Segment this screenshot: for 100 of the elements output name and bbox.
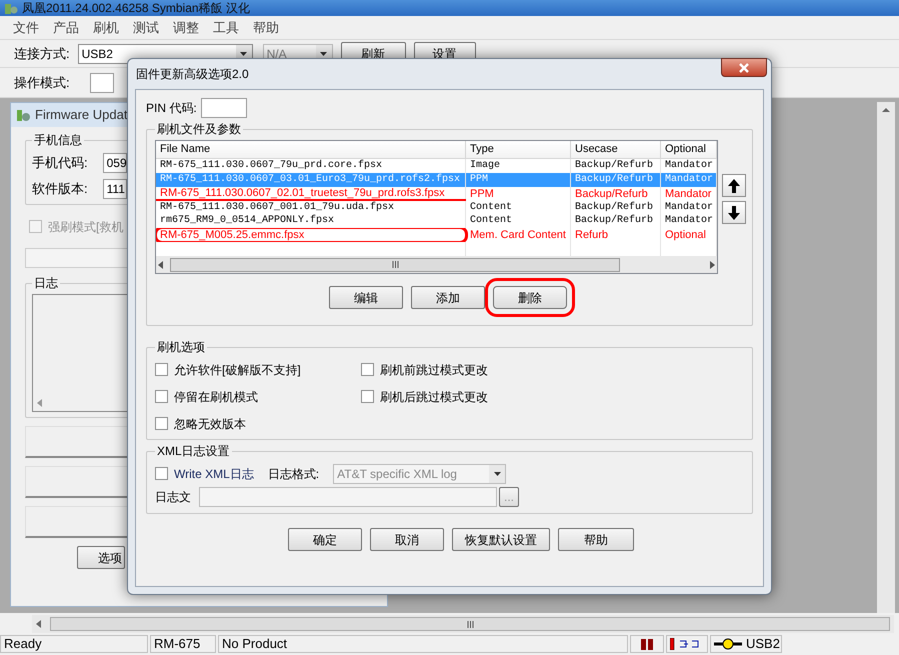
checkbox-label: Write XML日志: [174, 466, 254, 482]
group-title: 刷机选项: [156, 340, 206, 354]
pin-field[interactable]: [200, 98, 247, 118]
phone-code-label: 手机代码:: [32, 154, 88, 172]
cable-icon: [714, 638, 742, 650]
checkbox[interactable]: [155, 417, 168, 430]
move-up-button[interactable]: [722, 174, 746, 197]
checkbox-label: 刷机前跳过模式更改: [380, 362, 488, 378]
column-header[interactable]: Usecase: [571, 141, 661, 158]
log-file-label: 日志文: [155, 489, 191, 506]
table-cell: RM-675_111.030.0607_02.01_truetest_79u_prd.rofs3.fpsx: [156, 186, 466, 199]
table-cell: Backup/Refurb: [571, 214, 661, 228]
connection-label: 连接方式:: [14, 44, 70, 63]
table-cell: Mandator: [661, 214, 717, 228]
operation-mode-label: 操作模式:: [14, 74, 70, 92]
checkbox-label: 忽略无效版本: [174, 416, 246, 432]
table-cell: Mandator: [661, 186, 717, 201]
dialog-title: 固件更新高级选项2.0: [135, 66, 249, 83]
checkbox[interactable]: [155, 363, 168, 376]
menu-item[interactable]: 文件: [6, 18, 46, 38]
group-title: 手机信息: [33, 133, 83, 147]
column-header[interactable]: File Name: [156, 141, 466, 158]
checkbox[interactable]: [361, 390, 374, 403]
table-cell: RM-675_M005.25.emmc.fpsx: [156, 228, 466, 242]
column-header[interactable]: Optional: [661, 141, 717, 158]
checkbox[interactable]: [361, 363, 374, 376]
checkbox-label: 强刷模式[救机: [48, 218, 124, 236]
file-row[interactable]: RM-675_M005.25.emmc.fpsx Mem. Card Content Refurb Optional: [156, 228, 717, 242]
scroll-right-icon: [707, 260, 717, 270]
grip-icon: [392, 261, 398, 268]
dropdown-arrow-icon: [494, 472, 501, 476]
move-down-button[interactable]: [722, 201, 746, 224]
checkbox-label: 停留在刷机模式: [174, 388, 258, 406]
restore-defaults-button[interactable]: 恢复默认设置: [452, 528, 550, 551]
table-cell: Backup/Refurb: [571, 200, 661, 214]
table-cell: Optional: [661, 228, 717, 242]
table-cell: RM-675_111.030.0607_001.01_79u.uda.fpsx: [156, 200, 466, 214]
group-title: XML日志设置: [156, 444, 231, 458]
close-icon: [738, 62, 750, 72]
status-text: Ready: [0, 635, 148, 653]
table-cell: PPM: [466, 172, 571, 187]
table-cell: Content: [466, 214, 571, 228]
column-header[interactable]: Type: [466, 141, 571, 158]
app-icon: [4, 2, 18, 14]
menu-item[interactable]: 产品: [46, 18, 86, 38]
tool-icon: [15, 107, 31, 123]
table-cell: Mem. Card Content: [466, 228, 571, 242]
log-format-label: 日志格式:: [268, 466, 320, 482]
horizontal-scrollbar[interactable]: [32, 615, 894, 633]
menu-item[interactable]: 工具: [206, 18, 246, 38]
pause-icon: [641, 638, 653, 650]
checkbox[interactable]: [155, 467, 168, 480]
product-text: No Product: [218, 635, 628, 653]
up-arrow-icon: [728, 178, 740, 192]
ok-button[interactable]: 确定: [288, 528, 362, 551]
menu-item[interactable]: 刷机: [86, 18, 126, 38]
edit-button[interactable]: 编辑: [329, 286, 403, 309]
table-cell: Mandator: [661, 200, 717, 214]
group-title: 刷机文件及参数: [156, 122, 242, 136]
software-version-field[interactable]: 111: [102, 179, 127, 199]
menu-item[interactable]: 调整: [166, 18, 206, 38]
operation-mode-field[interactable]: [90, 72, 114, 92]
dropdown-arrow-icon: [240, 52, 248, 56]
checkbox-label: 刷机后跳过模式更改: [380, 388, 488, 406]
table-cell: Backup/Refurb: [571, 186, 661, 201]
scroll-left-icon: [156, 260, 166, 270]
table-cell: Refurb: [571, 228, 661, 242]
pin-label: PIN 代码:: [146, 100, 197, 117]
dropdown-arrow-icon: [320, 52, 328, 56]
checkbox-label: 允许软件[破解版不支持]: [174, 362, 301, 378]
table-cell: Content: [466, 200, 571, 214]
connection-text: USB2: [746, 636, 780, 652]
software-version-label: 软件版本:: [32, 180, 88, 198]
panel-title: Firmware Updat: [35, 106, 128, 124]
phone-code-field[interactable]: 059: [102, 153, 127, 173]
list-scrollbar[interactable]: [156, 256, 717, 273]
file-row[interactable]: RM-675_111.030.0607_02.01_truetest_79u_prd.rofs3.fpsx PPM Backup/Refurb Mandator: [156, 186, 717, 201]
table-cell: Mandator: [661, 172, 717, 187]
add-button[interactable]: 添加: [411, 286, 485, 309]
table-cell: Backup/Refurb: [571, 172, 661, 187]
table-cell: RM-675_111.030.0607_03.01_Euro3_79u_prd.rofs2.fpsx: [156, 172, 466, 187]
grip-icon: [466, 620, 474, 628]
model-text: RM-675: [150, 635, 216, 653]
checkbox[interactable]: [155, 390, 168, 403]
group-title: 日志: [33, 276, 59, 290]
options-button[interactable]: 选项: [77, 546, 125, 569]
menu-item[interactable]: 帮助: [246, 18, 286, 38]
table-cell: PPM: [466, 186, 571, 201]
scroll-thumb[interactable]: [50, 617, 890, 631]
window-title: 凤凰2011.24.002.46258 Symbian稀飯 汉化: [22, 1, 250, 15]
close-button[interactable]: [721, 58, 767, 77]
file-row[interactable]: rm675_RM9_0_0514_APPONLY.fpsx Content Backup/Refurb Mandator: [156, 214, 717, 228]
down-arrow-icon: [728, 206, 740, 220]
cancel-button[interactable]: 取消: [370, 528, 444, 551]
menu-item[interactable]: 测试: [126, 18, 166, 38]
file-row[interactable]: RM-675_111.030.0607_001.01_79u.uda.fpsx Content Backup/Refurb Mandator: [156, 200, 717, 214]
log-file-field[interactable]: [199, 487, 497, 507]
help-button[interactable]: 帮助: [558, 528, 634, 551]
table-cell: rm675_RM9_0_0514_APPONLY.fpsx: [156, 214, 466, 228]
vertical-scrollbar[interactable]: [877, 102, 895, 613]
